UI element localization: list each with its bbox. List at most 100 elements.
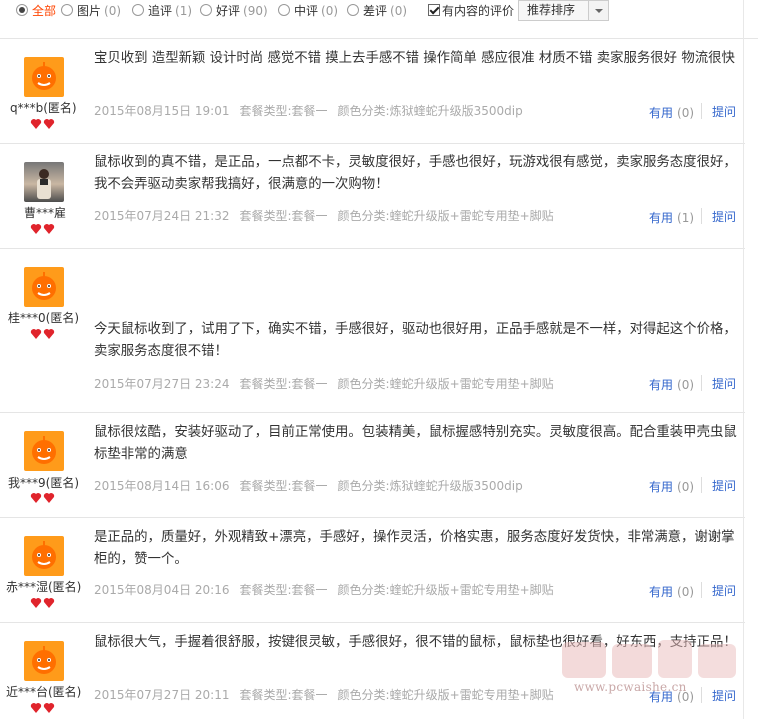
- heart-rank-icon: [30, 703, 55, 713]
- useful-button[interactable]: 有用 (0): [649, 376, 694, 393]
- avatar[interactable]: [24, 536, 64, 576]
- avatar[interactable]: [24, 57, 64, 97]
- filter-label: 差评: [363, 4, 388, 18]
- review-meta: 2015年08月15日 19:01 套餐类型:套餐一 颜色分类:炼狱蝰蛇升级版350…: [94, 102, 533, 119]
- useful-button[interactable]: 有用 (0): [649, 583, 694, 600]
- sort-select-value: 推荐排序: [527, 3, 576, 17]
- review-package: 套餐类型:套餐一: [239, 377, 328, 391]
- useful-label[interactable]: 有用: [649, 106, 673, 120]
- heart-rank-icon: [30, 329, 55, 339]
- reviewer-name[interactable]: 曹***雇: [24, 204, 66, 221]
- radio-icon[interactable]: [278, 4, 290, 16]
- watermark-url: www.pcwaishe.cn: [574, 680, 687, 694]
- radio-icon[interactable]: [16, 4, 28, 16]
- useful-count: (1): [677, 211, 695, 225]
- ask-link[interactable]: 提问: [712, 103, 736, 120]
- reviewer-name[interactable]: 近***台(匿名): [6, 683, 81, 700]
- content-only-label: 有内容的评价: [442, 4, 515, 18]
- ask-link[interactable]: 提问: [712, 477, 736, 494]
- filter-label: 中评: [294, 4, 319, 18]
- ask-link[interactable]: 提问: [712, 208, 736, 225]
- divider: [701, 375, 702, 391]
- checkbox-icon[interactable]: [428, 4, 440, 16]
- review-package: 套餐类型:套餐一: [239, 479, 328, 493]
- review-text: 鼠标很炫酷，安装好驱动了，目前正常使用。包装精美，鼠标握感特别充实。灵敏度很高。…: [94, 425, 737, 462]
- review-item: 赤***湿(匿名) 是正品的，质量好，外观精致+漂亮，手感好，操作灵活，价格实惠…: [0, 518, 745, 623]
- filter-images[interactable]: 图片 (0): [61, 3, 121, 19]
- filter-negative[interactable]: 差评 (0): [347, 3, 407, 19]
- review-item: 曹***雇 鼠标收到的真不错，是正品，一点都不卡，灵敏度很好，手感也很好，玩游戏…: [0, 144, 745, 249]
- useful-label[interactable]: 有用: [649, 211, 673, 225]
- review-text: 鼠标收到的真不错，是正品，一点都不卡，灵敏度很好，手感也很好，玩游戏很有感觉，卖…: [94, 155, 737, 192]
- mascot-icon: [32, 272, 56, 300]
- review-date: 2015年07月24日 21:32: [94, 209, 230, 223]
- review-color: 颜色分类:炼狱蝰蛇升级版3500dip: [337, 479, 523, 493]
- review-text: 宝贝收到 造型新颖 设计时尚 感觉不错 摸上去手感不错 操作简单 感应很准 材质…: [94, 51, 735, 66]
- reviewer-name[interactable]: 我***9(匿名): [8, 474, 79, 491]
- useful-label[interactable]: 有用: [649, 378, 673, 392]
- reviewer-name[interactable]: 桂***0(匿名): [8, 309, 79, 326]
- chevron-down-icon: [595, 9, 603, 13]
- review-text: 是正品的，质量好，外观精致+漂亮，手感好，操作灵活，价格实惠，服务态度好发货快，…: [94, 530, 735, 567]
- review-date: 2015年07月27日 23:24: [94, 377, 230, 391]
- divider: [701, 208, 702, 224]
- filter-count: (90): [243, 4, 268, 18]
- useful-label[interactable]: 有用: [649, 585, 673, 599]
- review-item: 我***9(匿名) 鼠标很炫酷，安装好驱动了，目前正常使用。包装精美，鼠标握感特…: [0, 413, 745, 518]
- divider: [701, 477, 702, 493]
- useful-button[interactable]: 有用 (1): [649, 209, 694, 226]
- filter-count: (0): [104, 4, 122, 18]
- reviewer-name[interactable]: q***b(匿名): [10, 99, 77, 116]
- mascot-icon: [32, 436, 56, 464]
- filter-count: (0): [390, 4, 408, 18]
- avatar[interactable]: [24, 162, 64, 202]
- divider: [701, 103, 702, 119]
- radio-icon[interactable]: [347, 4, 359, 16]
- radio-icon[interactable]: [61, 4, 73, 16]
- review-date: 2015年08月04日 20:16: [94, 583, 230, 597]
- review-package: 套餐类型:套餐一: [239, 104, 328, 118]
- reviewer-name[interactable]: 赤***湿(匿名): [6, 578, 81, 595]
- heart-rank-icon: [30, 224, 55, 234]
- review-date: 2015年08月15日 19:01: [94, 104, 230, 118]
- review-color: 颜色分类:蝰蛇升级版+雷蛇专用垫+脚贴: [337, 209, 554, 223]
- mascot-icon: [32, 646, 56, 674]
- filter-count: (1): [175, 4, 193, 18]
- review-filter-bar: 全部 图片 (0) 追评 (1) 好评 (90) 中评 (0) 差评 (0) 有内容的评价…: [0, 0, 758, 39]
- review-meta: 2015年08月14日 16:06 套餐类型:套餐一 颜色分类:炼狱蝰蛇升级版350…: [94, 477, 533, 494]
- scroll-edge: [743, 0, 744, 719]
- heart-rank-icon: [30, 598, 55, 608]
- review-package: 套餐类型:套餐一: [239, 583, 328, 597]
- filter-label: 全部: [32, 4, 57, 18]
- useful-label[interactable]: 有用: [649, 480, 673, 494]
- review-color: 颜色分类:蝰蛇升级版+雷蛇专用垫+脚贴: [337, 583, 554, 597]
- review-date: 2015年07月27日 20:11: [94, 688, 230, 702]
- filter-neutral[interactable]: 中评 (0): [278, 3, 338, 19]
- avatar[interactable]: [24, 267, 64, 307]
- review-meta: 2015年07月27日 20:11 套餐类型:套餐一 颜色分类:蝰蛇升级版+雷蛇专用…: [94, 686, 564, 703]
- filter-all[interactable]: 全部: [16, 3, 56, 19]
- useful-count: (0): [677, 585, 695, 599]
- review-meta: 2015年07月24日 21:32 套餐类型:套餐一 颜色分类:蝰蛇升级版+雷蛇专用…: [94, 207, 564, 224]
- ask-link[interactable]: 提问: [712, 375, 736, 392]
- avatar[interactable]: [24, 641, 64, 681]
- sort-select[interactable]: 推荐排序: [518, 0, 609, 21]
- review-meta: 2015年07月27日 23:24 套餐类型:套餐一 颜色分类:蝰蛇升级版+雷蛇专用…: [94, 375, 564, 392]
- review-color: 颜色分类:蝰蛇升级版+雷蛇专用垫+脚贴: [337, 377, 554, 391]
- filter-label: 好评: [216, 4, 241, 18]
- ask-link[interactable]: 提问: [712, 582, 736, 599]
- review-color: 颜色分类:蝰蛇升级版+雷蛇专用垫+脚贴: [337, 688, 554, 702]
- useful-button[interactable]: 有用 (0): [649, 104, 694, 121]
- dropdown-arrow-button[interactable]: [588, 1, 608, 20]
- avatar[interactable]: [24, 431, 64, 471]
- useful-button[interactable]: 有用 (0): [649, 478, 694, 495]
- radio-icon[interactable]: [132, 4, 144, 16]
- filter-followup[interactable]: 追评 (1): [132, 3, 192, 19]
- filter-positive[interactable]: 好评 (90): [200, 3, 268, 19]
- content-only-toggle[interactable]: 有内容的评价: [428, 3, 514, 19]
- mascot-icon: [32, 541, 56, 569]
- review-text: 今天鼠标收到了，试用了下，确实不错，手感很好，驱动也很好用，正品手感就是不一样，…: [94, 322, 737, 359]
- useful-count: (0): [677, 378, 695, 392]
- useful-count: (0): [677, 480, 695, 494]
- radio-icon[interactable]: [200, 4, 212, 16]
